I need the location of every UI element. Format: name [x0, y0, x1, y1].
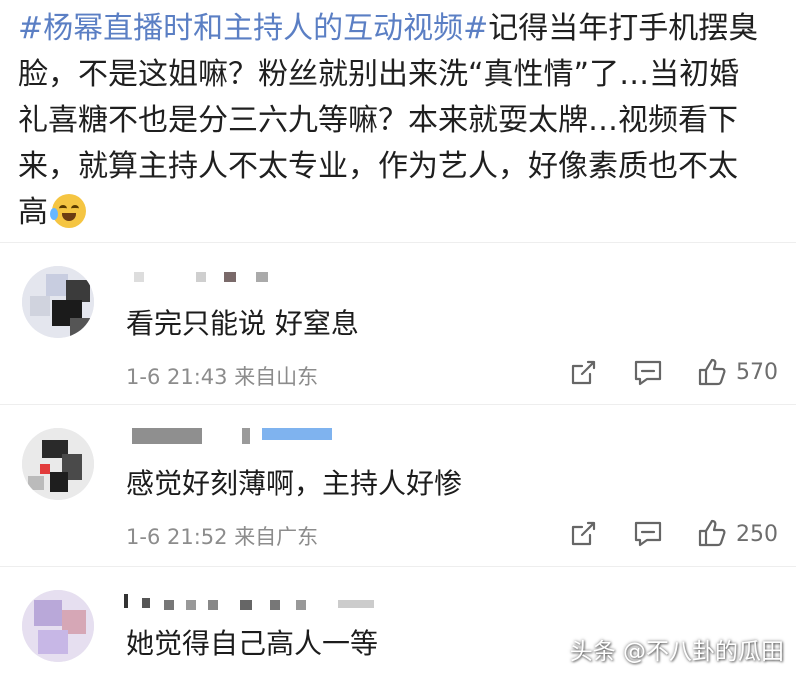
post-hashtag[interactable]: #杨幂直播时和主持人的互动视频#	[18, 11, 488, 46]
username-blurred[interactable]	[134, 272, 268, 284]
divider	[0, 404, 796, 405]
like-count: 570	[736, 360, 778, 385]
post-line-2: 脸，不是这姐嘛？粉丝就别出来洗“真性情”了…当初婚	[18, 57, 740, 92]
thumbs-up-icon[interactable]	[696, 356, 728, 388]
thumbs-up-icon[interactable]	[696, 517, 728, 549]
comment-location: 来自山东	[234, 365, 319, 389]
comment-location: 来自广东	[234, 525, 319, 549]
post-line-5: 高	[18, 195, 48, 230]
post-line-4: 来，就算主持人不太专业，作为艺人，好像素质也不太	[18, 149, 738, 184]
comment-text: 她觉得自己高人一等	[126, 627, 379, 660]
comment-date: 1-6 21:43	[126, 365, 228, 389]
post-text: #杨幂直播时和主持人的互动视频#记得当年打手机摆臭 脸，不是这姐嘛？粉丝就别出来…	[18, 6, 788, 236]
laugh-cry-emoji-icon	[50, 194, 86, 228]
comment-text: 看完只能说 好窒息	[126, 307, 359, 340]
username-blurred[interactable]	[132, 428, 342, 448]
comment-icon[interactable]	[632, 358, 664, 388]
share-icon[interactable]	[568, 358, 598, 388]
divider	[0, 242, 796, 243]
comment-icon[interactable]	[632, 519, 664, 549]
avatar[interactable]	[22, 266, 94, 338]
comment-text: 感觉好刻薄啊，主持人好惨	[126, 467, 463, 500]
avatar[interactable]	[22, 590, 94, 662]
comment-meta: 1-6 21:52 来自广东	[126, 521, 318, 551]
share-icon[interactable]	[568, 519, 598, 549]
comment-meta: 1-6 21:43 来自山东	[126, 361, 318, 391]
username-blurred[interactable]	[124, 594, 374, 610]
divider	[0, 566, 796, 567]
comment-date: 1-6 21:52	[126, 525, 228, 549]
post-line-3: 礼喜糖不也是分三六九等嘛？本来就耍太牌…视频看下	[18, 103, 738, 138]
like-count: 250	[736, 522, 778, 547]
watermark: 头条 @不八卦的瓜田	[569, 639, 784, 665]
post-line-1: 记得当年打手机摆臭	[488, 11, 759, 46]
avatar[interactable]	[22, 428, 94, 500]
